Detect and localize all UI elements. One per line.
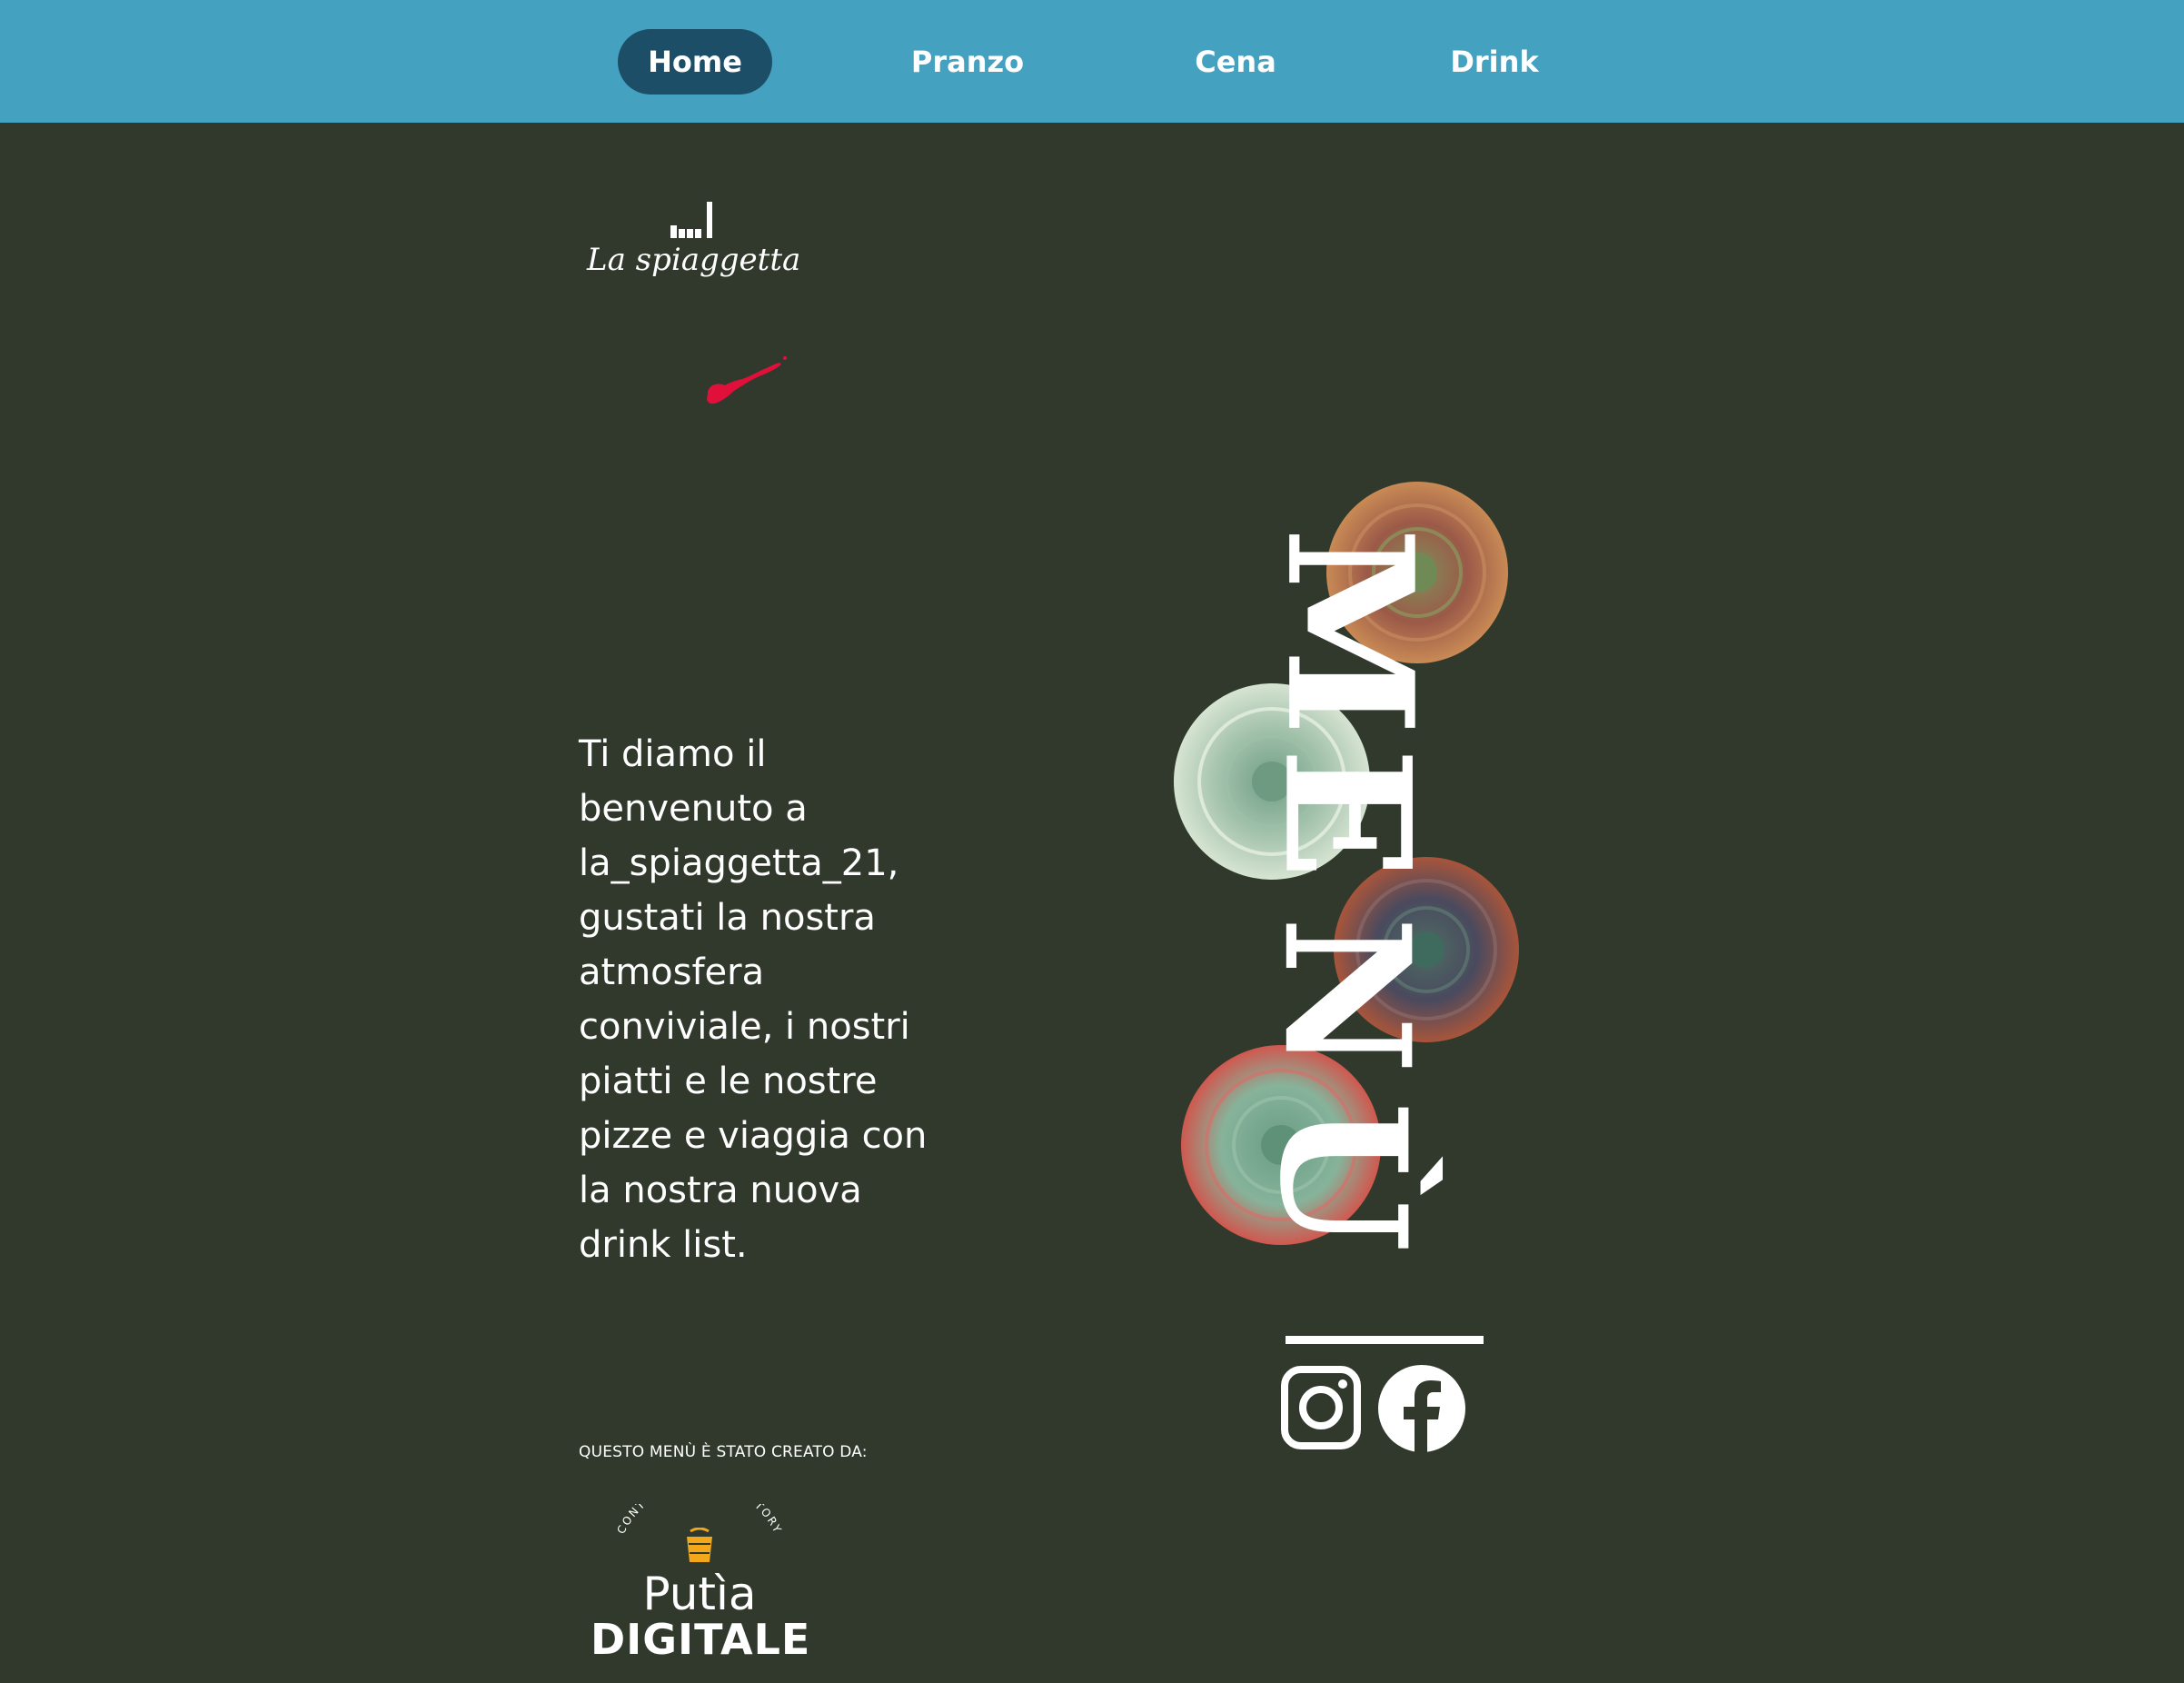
brand-subtitle: DIGITALE bbox=[591, 1615, 811, 1664]
top-nav-bar: Home Pranzo Cena Drink bbox=[0, 0, 2184, 123]
menu-letter-m: M bbox=[1248, 526, 1452, 737]
facebook-icon[interactable] bbox=[1376, 1363, 1467, 1454]
menu-letter-n: N bbox=[1245, 916, 1448, 1074]
brand-logo: CONTENT DESIGN FACTORY Putìa DIGITALE bbox=[591, 1504, 811, 1664]
menu-letter-u-grave: Ù bbox=[1241, 1101, 1444, 1252]
red-splash-decoration bbox=[707, 356, 787, 404]
nav-pranzo[interactable]: Pranzo bbox=[899, 29, 1036, 95]
logo-icon bbox=[670, 202, 712, 238]
credit-label: QUESTO MENÙ È STATO CREATO DA: bbox=[579, 1443, 868, 1461]
nav-drink[interactable]: Drink bbox=[1435, 29, 1554, 95]
brand-name: Putìa bbox=[642, 1568, 757, 1620]
restaurant-logo: La spiaggetta bbox=[587, 198, 805, 289]
logo-text: La spiaggetta bbox=[587, 242, 801, 278]
social-divider bbox=[1286, 1336, 1484, 1344]
welcome-text: Ti diamo il benvenuto a la_spiaggetta_21… bbox=[579, 733, 928, 1266]
nav-home[interactable]: Home bbox=[618, 29, 772, 95]
menu-title-art: M E N Ù bbox=[1154, 482, 1572, 1281]
bucket-icon bbox=[687, 1528, 712, 1562]
menu-letter-e: E bbox=[1246, 747, 1449, 880]
instagram-icon[interactable] bbox=[1281, 1366, 1361, 1449]
nav-cena[interactable]: Cena bbox=[1172, 29, 1299, 95]
